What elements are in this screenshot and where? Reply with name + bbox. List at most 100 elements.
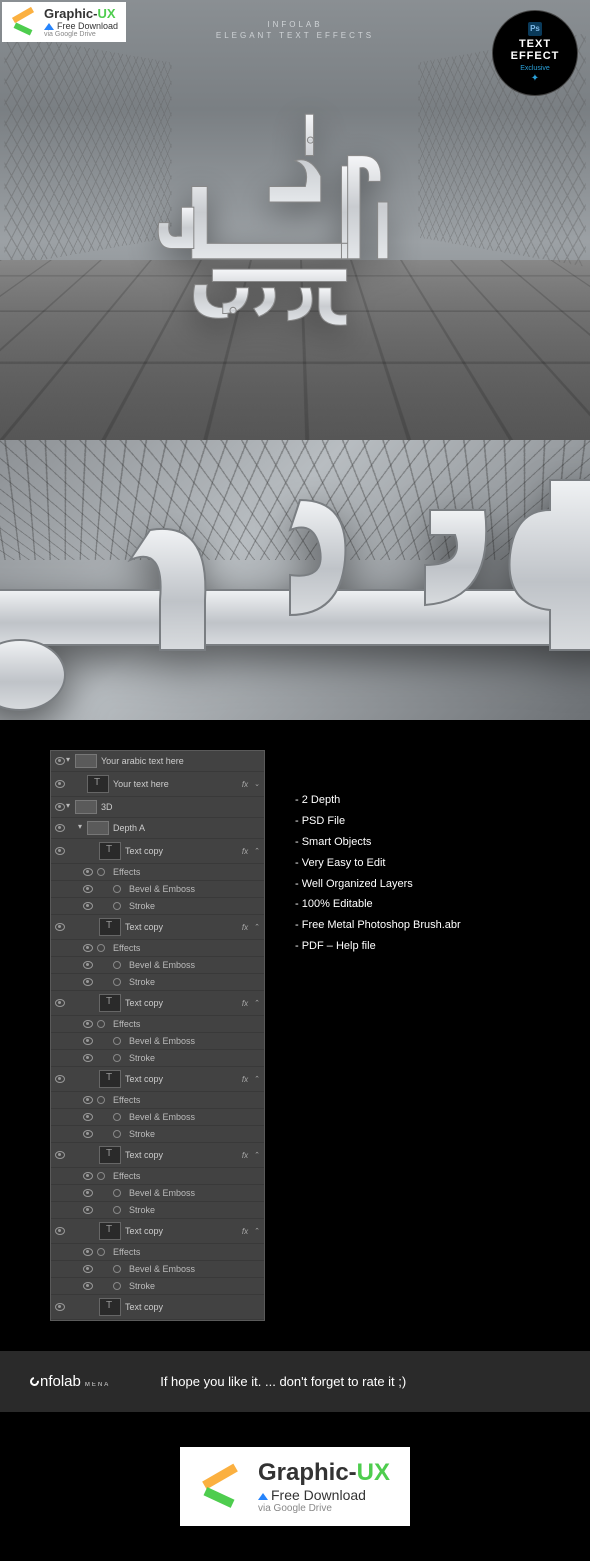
layer-thumb-icon [99, 918, 121, 936]
layer-stroke[interactable]: Stroke [51, 974, 264, 991]
visibility-icon[interactable] [83, 1020, 93, 1028]
free-download-label: Free Download [271, 1487, 366, 1503]
visibility-icon[interactable] [83, 1206, 93, 1214]
layer-stroke[interactable]: Stroke [51, 1050, 264, 1067]
layer-effects[interactable]: Effects [51, 940, 264, 957]
layer-thumb-icon [99, 994, 121, 1012]
graphicux-logo-icon [10, 8, 38, 36]
layer-stroke[interactable]: Stroke [51, 1202, 264, 1219]
graphicux-logo-icon [200, 1464, 246, 1510]
badge-line1: TEXT [519, 38, 551, 50]
layer-text-copy[interactable]: Text copyfx⌃ [51, 1067, 264, 1092]
layer-thumb-icon [99, 842, 121, 860]
visibility-icon[interactable] [55, 1303, 65, 1311]
visibility-icon[interactable] [83, 1130, 93, 1138]
visibility-icon[interactable] [55, 923, 65, 931]
fx-icon [113, 885, 121, 893]
visibility-icon[interactable] [83, 1265, 93, 1273]
visibility-icon[interactable] [83, 1248, 93, 1256]
visibility-icon[interactable] [55, 1075, 65, 1083]
chevron-up-icon[interactable]: ⌃ [254, 999, 260, 1007]
layer-bevel[interactable]: Bevel & Emboss [51, 881, 264, 898]
watermark-bottom: Graphic-UX Free Download via Google Driv… [180, 1447, 410, 1526]
visibility-icon[interactable] [55, 824, 65, 832]
layer-effects[interactable]: Effects [51, 1168, 264, 1185]
visibility-icon[interactable] [55, 1151, 65, 1159]
layer-stroke[interactable]: Stroke [51, 898, 264, 915]
fx-icon [97, 1248, 105, 1256]
fx-icon [113, 1282, 121, 1290]
visibility-icon[interactable] [55, 1227, 65, 1235]
layer-bevel[interactable]: Bevel & Emboss [51, 1185, 264, 1202]
layer-bevel[interactable]: Bevel & Emboss [51, 1109, 264, 1126]
visibility-icon[interactable] [55, 999, 65, 1007]
visibility-icon[interactable] [55, 847, 65, 855]
layer-effects[interactable]: Effects [51, 1244, 264, 1261]
bottom-watermark-area: Graphic-UX Free Download via Google Driv… [0, 1412, 590, 1561]
layer-your-text[interactable]: Your text herefx⌄ [51, 772, 264, 797]
visibility-icon[interactable] [83, 868, 93, 876]
visibility-icon[interactable] [83, 1037, 93, 1045]
layer-text-copy[interactable]: Text copyfx⌃ [51, 915, 264, 940]
layer-group-3d[interactable]: 3D [51, 797, 264, 818]
visibility-icon[interactable] [55, 780, 65, 788]
layer-bevel[interactable]: Bevel & Emboss [51, 957, 264, 974]
feature-item: - 100% Editable [295, 894, 461, 915]
chevron-down-icon[interactable]: ⌄ [254, 780, 260, 788]
feature-item: - Free Metal Photoshop Brush.abr [295, 915, 461, 936]
feature-item: - Well Organized Layers [295, 874, 461, 895]
layer-effects[interactable]: Effects [51, 1016, 264, 1033]
ring-icon [28, 1375, 41, 1388]
layer-effects[interactable]: Effects [51, 1092, 264, 1109]
feature-item: - Smart Objects [295, 832, 461, 853]
layer-stroke[interactable]: Stroke [51, 1126, 264, 1143]
visibility-icon[interactable] [83, 978, 93, 986]
fx-icon [113, 1113, 121, 1121]
footer-tagline: If hope you like it. ... don't forget to… [160, 1374, 406, 1389]
layer-bevel[interactable]: Bevel & Emboss [51, 1261, 264, 1278]
layer-group-depth[interactable]: Depth A [51, 818, 264, 839]
visibility-icon[interactable] [55, 803, 65, 811]
folder-icon [75, 800, 97, 814]
folder-icon [87, 821, 109, 835]
brand-part1: Graphic- [44, 6, 97, 21]
visibility-icon[interactable] [83, 902, 93, 910]
feature-item: - Very Easy to Edit [295, 853, 461, 874]
visibility-icon[interactable] [83, 885, 93, 893]
brand-part2: UX [97, 6, 115, 21]
via-drive-label: via Google Drive [258, 1503, 390, 1514]
via-drive-label: via Google Drive [44, 31, 118, 38]
chevron-up-icon[interactable]: ⌃ [254, 923, 260, 931]
layer-stroke[interactable]: Stroke [51, 1278, 264, 1295]
visibility-icon[interactable] [83, 1096, 93, 1104]
chevron-up-icon[interactable]: ⌃ [254, 1151, 260, 1159]
visibility-icon[interactable] [83, 1113, 93, 1121]
chevron-up-icon[interactable]: ⌃ [254, 1227, 260, 1235]
visibility-icon[interactable] [83, 944, 93, 952]
chevron-up-icon[interactable]: ⌃ [254, 847, 260, 855]
layer-bevel[interactable]: Bevel & Emboss [51, 1033, 264, 1050]
fx-icon [97, 1020, 105, 1028]
watermark-top: Graphic-UX Free Download via Google Driv… [2, 2, 126, 42]
fx-icon [113, 902, 121, 910]
badge-line2: EFFECT [511, 50, 560, 62]
fx-icon [113, 961, 121, 969]
layer-text-copy[interactable]: Text copy [51, 1295, 264, 1320]
layer-group-main[interactable]: Your arabic text here [51, 751, 264, 772]
visibility-icon[interactable] [83, 961, 93, 969]
layer-text-copy[interactable]: Text copyfx⌃ [51, 991, 264, 1016]
layer-thumb-icon [99, 1298, 121, 1316]
layer-effects[interactable]: Effects [51, 864, 264, 881]
visibility-icon[interactable] [83, 1282, 93, 1290]
layer-text-copy[interactable]: Text copyfx⌃ [51, 1143, 264, 1168]
layer-text-copy[interactable]: Text copyfx⌃ [51, 839, 264, 864]
fx-icon [113, 1189, 121, 1197]
fx-icon [113, 1037, 121, 1045]
visibility-icon[interactable] [83, 1172, 93, 1180]
layer-text-copy[interactable]: Text copyfx⌃ [51, 1219, 264, 1244]
visibility-icon[interactable] [83, 1189, 93, 1197]
visibility-icon[interactable] [55, 757, 65, 765]
chevron-up-icon[interactable]: ⌃ [254, 1075, 260, 1083]
visibility-icon[interactable] [83, 1054, 93, 1062]
text-effect-badge: Ps TEXT EFFECT Exclusive ✦ [492, 10, 578, 96]
